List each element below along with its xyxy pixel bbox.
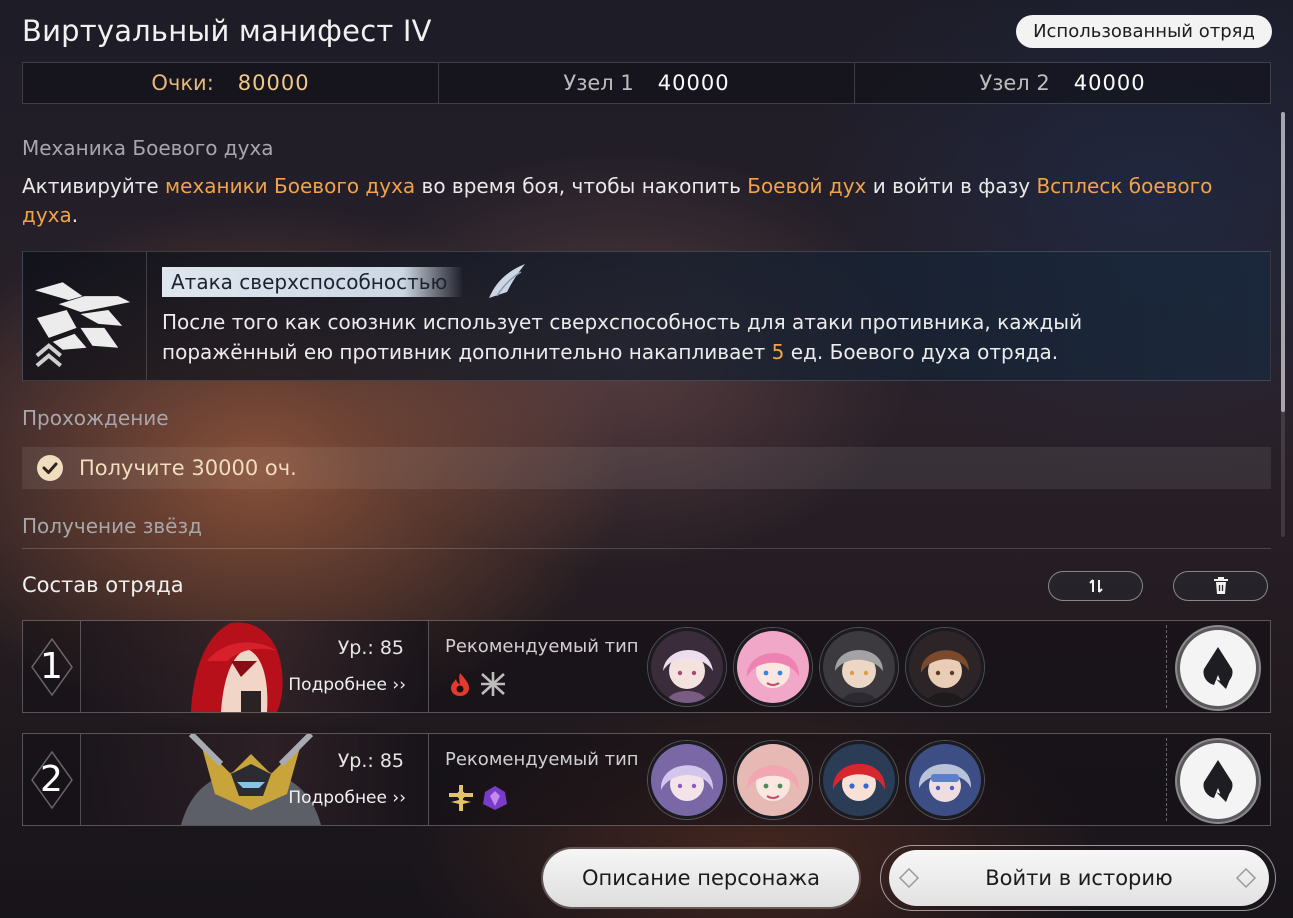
avatar-art (823, 744, 895, 816)
leader-portrait-art (181, 734, 321, 825)
team-leader-portrait-2[interactable]: Ур.: 85 Подробнее ›› (81, 734, 429, 825)
enter-story-label: Войти в историю (985, 866, 1173, 890)
score-total-value: 80000 (237, 71, 310, 95)
team-leader-portrait-1[interactable]: Ур.: 85 Подробнее ›› (81, 621, 429, 712)
mechanic-text-number: 5 (771, 340, 785, 364)
score-node-2-value: 40000 (1073, 71, 1146, 95)
team-number-label: 2 (40, 759, 63, 800)
team-row-2[interactable]: 2 Ур.: 85 Подробнее ›› Рекомендуемый тип (22, 733, 1271, 826)
score-total-label: Очки: (151, 71, 214, 95)
avatar-art (737, 744, 809, 816)
page-title: Виртуальный манифест IV (22, 14, 432, 48)
avatar-art (737, 631, 809, 703)
score-node-1: Узел 1 40000 (439, 63, 855, 103)
member-avatar-2[interactable] (734, 628, 812, 706)
member-avatar-2[interactable] (734, 741, 812, 819)
trash-icon (1213, 577, 1228, 594)
quantum-element-icon (1203, 760, 1233, 802)
score-node-1-label: Узел 1 (563, 71, 634, 95)
avatar-art (823, 631, 895, 703)
passage-requirement-row: Получите 30000 оч. (22, 447, 1271, 489)
destruction-path-icon (481, 672, 505, 696)
fire-element-icon (451, 673, 469, 696)
avatar-art (651, 631, 723, 703)
clear-team-button[interactable] (1173, 571, 1268, 601)
leader-portrait-art (191, 622, 283, 712)
member-avatar-1[interactable] (648, 741, 726, 819)
mechanic-section-label: Механика Боевого духа (22, 136, 274, 160)
score-total: Очки: 80000 (23, 63, 439, 103)
score-node-1-value: 40000 (657, 71, 730, 95)
member-avatar-1[interactable] (648, 628, 726, 706)
desc-part: . (71, 203, 79, 227)
team-details-label: Подробнее (288, 675, 387, 695)
squad-title: Состав отряда (22, 573, 184, 597)
desc-part: и войти в фазу (866, 174, 1037, 198)
quantum-element-icon (1203, 647, 1233, 689)
desc-part: во время боя, чтобы накопить (415, 174, 748, 198)
swap-icon (1088, 579, 1103, 593)
team-details-label: Подробнее (288, 788, 387, 808)
avatar-art (651, 744, 723, 816)
eagle-icon (34, 252, 147, 380)
desc-highlight-mechanics[interactable]: механики Боевого духа (165, 174, 415, 198)
member-avatar-4[interactable] (906, 741, 984, 819)
swap-teams-button[interactable] (1048, 571, 1143, 601)
used-squad-button[interactable]: Использованный отряд (1016, 15, 1272, 48)
passage-section-label: Прохождение (22, 406, 169, 430)
score-node-2: Узел 2 40000 (855, 63, 1270, 103)
avatar-art (909, 744, 981, 816)
team-details-link[interactable]: Подробнее ›› (288, 675, 406, 695)
double-chevron-right-icon: ›› (392, 675, 406, 695)
divider (22, 548, 1271, 549)
recommended-type-icons (447, 784, 509, 812)
member-avatar-4[interactable] (906, 628, 984, 706)
character-description-button[interactable]: Описание персонажа (543, 849, 859, 907)
team-row-1[interactable]: 1 Ур.: 85 Подробнее ›› Рекомендуемый тип (22, 620, 1271, 713)
member-avatar-3[interactable] (820, 628, 898, 706)
diamond-ornament-icon (898, 867, 920, 889)
enter-story-button[interactable]: Войти в историю (889, 850, 1269, 906)
mechanic-card: Атака сверхспособностью После того как с… (22, 251, 1271, 381)
double-chevron-right-icon: ›› (392, 788, 406, 808)
team-number-label: 1 (40, 646, 63, 687)
team-number-2: 2 (23, 734, 81, 825)
feather-icon (489, 264, 525, 298)
avatar-art (909, 631, 981, 703)
passage-requirement: Получите 30000 оч. (79, 456, 297, 480)
team-details-link[interactable]: Подробнее ›› (288, 788, 406, 808)
scrollbar-thumb[interactable] (1281, 112, 1285, 412)
mechanic-name: Атака сверхспособностью (162, 267, 464, 297)
team-element-button[interactable] (1180, 630, 1256, 706)
diamond-ornament-icon (1235, 867, 1257, 889)
team-level: Ур.: 85 (337, 637, 404, 659)
score-bar: Очки: 80000 Узел 1 40000 Узел 2 40000 (22, 62, 1271, 104)
team-number-1: 1 (23, 621, 81, 712)
mechanic-text: После того как союзник использует сверхс… (162, 307, 1222, 367)
recommended-type-label: Рекомендуемый тип (445, 636, 639, 657)
row-divider (1166, 738, 1167, 821)
check-icon (37, 455, 63, 481)
team-element-button[interactable] (1180, 743, 1256, 819)
recommended-type-label: Рекомендуемый тип (445, 749, 639, 770)
member-avatar-3[interactable] (820, 741, 898, 819)
mechanic-text-b: ед. Боевого духа отряда. (784, 340, 1059, 364)
stars-section-label: Получение звёзд (22, 514, 202, 538)
recommended-type-icons (447, 671, 507, 697)
row-divider (1166, 625, 1167, 708)
desc-part: Активируйте (22, 174, 166, 198)
team-level: Ур.: 85 (337, 750, 404, 772)
score-node-2-label: Узел 2 (979, 71, 1050, 95)
desc-highlight-spirit[interactable]: Боевой дух (747, 174, 866, 198)
erudition-path-icon (449, 785, 473, 811)
mechanic-description: Активируйте механики Боевого духа во вре… (22, 172, 1242, 230)
quantum-element-icon (483, 786, 507, 810)
